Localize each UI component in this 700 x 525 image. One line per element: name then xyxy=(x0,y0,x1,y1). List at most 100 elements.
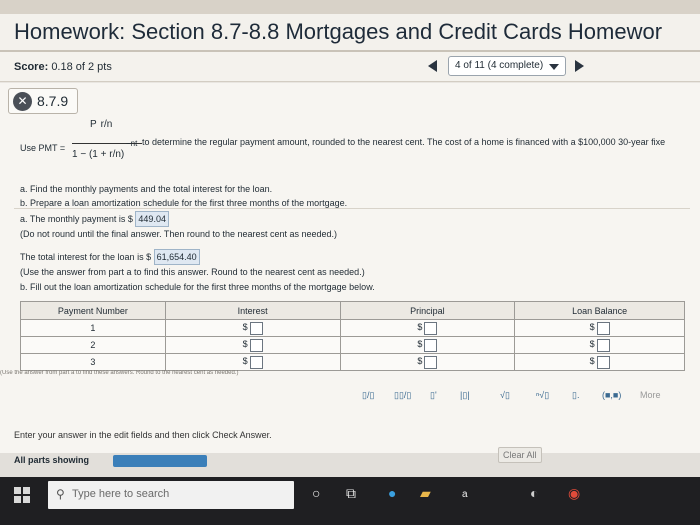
answer-a-block: a. The monthly payment is $ 449.04 (Do n… xyxy=(20,211,337,241)
monthly-payment-input[interactable]: 449.04 xyxy=(135,211,169,227)
formula-exponent: −nt xyxy=(126,139,138,148)
pmt-formula: Use PMT = Pr/n 1 − (1 + r/n) −nt to dete… xyxy=(20,117,700,177)
interest-cell: $ xyxy=(164,319,341,337)
currency-symbol: $ xyxy=(242,356,248,367)
progress-text: 4 of 11 (4 complete) xyxy=(455,60,544,71)
task-view-icon[interactable]: ⧉ xyxy=(346,485,356,502)
total-interest-input[interactable]: 61,654.40 xyxy=(153,249,200,265)
page-title: Homework: Section 8.7-8.8 Mortgages and … xyxy=(14,19,663,44)
currency-symbol: $ xyxy=(589,339,595,350)
parts-progress-bar xyxy=(113,455,207,467)
monthly-payment-label: a. The monthly payment is $ xyxy=(20,214,133,224)
payment-number-cell: 2 xyxy=(20,336,166,354)
interest-input-1[interactable] xyxy=(249,321,263,335)
question-badge: ✕ 8.7.9 xyxy=(8,88,78,114)
ordered-pair-icon[interactable]: (■,■) xyxy=(602,390,621,400)
edge-browser-icon[interactable]: ● xyxy=(388,485,396,501)
nth-root-icon[interactable]: ⁿ√▯ xyxy=(536,390,549,401)
loan-balance-input-3[interactable] xyxy=(596,355,610,369)
decimal-icon[interactable]: ▯. xyxy=(572,390,579,401)
title-bar: Homework: Section 8.7-8.8 Mortgages and … xyxy=(0,14,700,52)
table-intro: b. Fill out the loan amortization schedu… xyxy=(20,282,375,292)
currency-symbol: $ xyxy=(589,356,595,367)
interest-input-3[interactable] xyxy=(249,355,263,369)
fraction-icon[interactable]: ▯/▯ xyxy=(362,390,374,401)
clear-all-button[interactable]: Clear All xyxy=(498,447,542,463)
currency-symbol: $ xyxy=(417,322,423,333)
header-interest: Interest xyxy=(164,301,341,320)
search-placeholder: Type here to search xyxy=(72,488,170,500)
more-button[interactable]: More xyxy=(640,390,661,400)
currency-symbol: $ xyxy=(242,322,248,333)
loan-balance-cell: $ xyxy=(514,336,685,354)
math-toolbar: ▯/▯ ▯▯/▯ ▯' |▯| √▯ ⁿ√▯ ▯. (■,■) More xyxy=(360,390,690,406)
currency-symbol: $ xyxy=(417,356,423,367)
windows-start-icon[interactable] xyxy=(14,487,30,503)
principal-cell: $ xyxy=(339,336,516,354)
answer-hint: Enter your answer in the edit fields and… xyxy=(14,430,272,440)
cutoff-note: (Use the answer from part a to find thes… xyxy=(0,370,239,376)
square-root-icon[interactable]: √▯ xyxy=(500,390,510,401)
mixed-number-icon[interactable]: ▯▯/▯ xyxy=(394,390,411,401)
payment-number-cell: 3 xyxy=(20,353,166,371)
file-explorer-icon[interactable]: ▰ xyxy=(420,485,431,502)
currency-symbol: $ xyxy=(417,339,423,350)
store-icon[interactable]: a xyxy=(462,489,468,500)
formula-fraction: Pr/n 1 − (1 + r/n) −nt xyxy=(72,119,142,175)
interest-cell: $ xyxy=(164,353,341,371)
formula-numerator: Pr/n xyxy=(90,119,112,130)
incorrect-icon: ✕ xyxy=(13,92,32,111)
score-value: 0.18 of 2 pts xyxy=(51,61,112,73)
absolute-value-icon[interactable]: |▯| xyxy=(460,390,470,401)
parts-list: a. Find the monthly payments and the tot… xyxy=(20,182,347,210)
score-text: Score: 0.18 of 2 pts xyxy=(14,61,112,73)
taskbar-search-input[interactable]: ⚲ Type here to search xyxy=(48,481,294,509)
principal-input-1[interactable] xyxy=(424,321,438,335)
monthly-payment-note: (Do not round until the final answer. Th… xyxy=(20,229,338,239)
question-content: ✕ 8.7.9 Use PMT = Pr/n 1 − (1 + r/n) −nt… xyxy=(0,83,700,453)
interest-cell: $ xyxy=(164,336,341,354)
loan-balance-cell: $ xyxy=(514,353,685,371)
part-a-instruction: a. Find the monthly payments and the tot… xyxy=(20,184,273,194)
header-loan-balance: Loan Balance xyxy=(514,301,685,320)
header-principal: Principal xyxy=(339,301,516,320)
header-payment-number: Payment Number xyxy=(20,301,166,320)
loan-balance-input-1[interactable] xyxy=(596,321,610,335)
interest-input-2[interactable] xyxy=(249,338,263,352)
chrome-icon[interactable]: ◉ xyxy=(568,485,580,502)
all-parts-label: All parts showing xyxy=(14,455,90,465)
payment-number-cell: 1 xyxy=(20,319,166,337)
score-label: Score: xyxy=(14,61,49,73)
formula-numerator-p: P xyxy=(90,119,97,130)
windows-taskbar: ⚲ Type here to search ○ ⧉ ● ▰ a ◐ ◉ xyxy=(0,477,700,525)
answer-b-block: The total interest for the loan is $ 61,… xyxy=(20,249,365,279)
cortana-icon[interactable]: ○ xyxy=(312,485,320,501)
app-icon[interactable]: ◐ xyxy=(530,485,538,501)
total-interest-note: (Use the answer from part a to find this… xyxy=(20,267,365,277)
table-row: 1 $ $ $ xyxy=(20,319,685,337)
principal-input-3[interactable] xyxy=(424,355,438,369)
principal-cell: $ xyxy=(339,353,516,371)
next-question-arrow-icon[interactable] xyxy=(575,60,584,72)
exponent-icon[interactable]: ▯' xyxy=(430,390,437,401)
question-number: 8.7.9 xyxy=(37,93,69,109)
table-header-row: Payment Number Interest Principal Loan B… xyxy=(20,301,685,320)
principal-cell: $ xyxy=(339,319,516,337)
top-strip xyxy=(0,0,700,14)
score-row: Score: 0.18 of 2 pts 4 of 11 (4 complete… xyxy=(0,52,700,82)
table-row: 3 $ $ $ xyxy=(20,353,685,371)
formula-numerator-inner: r/n xyxy=(100,119,113,130)
amortization-table: Payment Number Interest Principal Loan B… xyxy=(20,301,685,371)
table-row: 2 $ $ $ xyxy=(20,336,685,354)
loan-balance-input-2[interactable] xyxy=(596,338,610,352)
formula-lead: Use PMT = xyxy=(20,143,66,153)
currency-symbol: $ xyxy=(242,339,248,350)
formula-denominator: 1 − (1 + r/n) xyxy=(72,149,125,160)
principal-input-2[interactable] xyxy=(424,338,438,352)
problem-description: to determine the regular payment amount,… xyxy=(142,137,666,147)
question-progress-dropdown[interactable]: 4 of 11 (4 complete) xyxy=(448,56,566,76)
divider xyxy=(14,208,690,209)
currency-symbol: $ xyxy=(589,322,595,333)
previous-question-arrow-icon[interactable] xyxy=(428,60,437,72)
total-interest-label: The total interest for the loan is $ xyxy=(20,252,152,262)
